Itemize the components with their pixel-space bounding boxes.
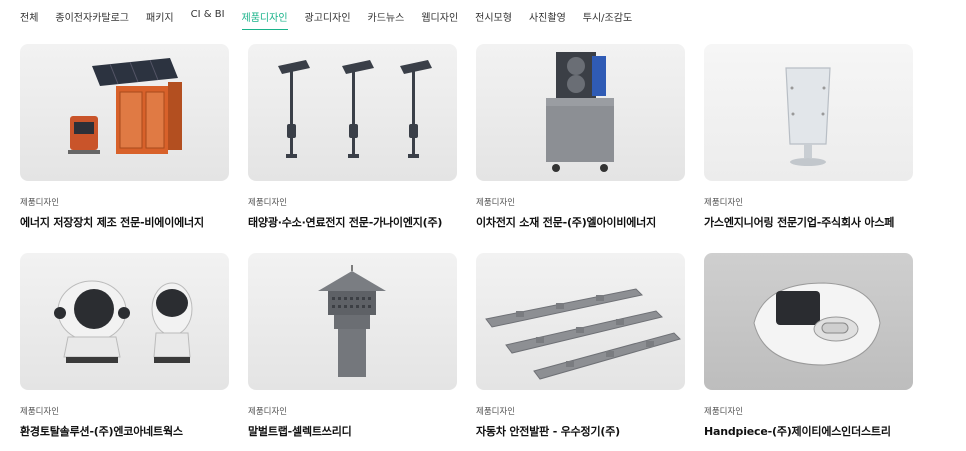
portfolio-thumbnail-energy-storage[interactable] (20, 44, 229, 181)
portfolio-card[interactable]: 제품디자인 가스엔지니어링 전문기업-주식회사 아스페 (704, 44, 913, 253)
category-tabs: 전체 종이전자카탈로그 패키지 CI & BI 제품디자인 광고디자인 카드뉴스… (20, 9, 649, 30)
tab-all[interactable]: 전체 (20, 9, 38, 30)
tab-web-design[interactable]: 웹디자인 (421, 9, 458, 30)
card-title[interactable]: 가스엔지니어링 전문기업-주식회사 아스페 (704, 214, 913, 230)
tab-package[interactable]: 패키지 (146, 9, 174, 30)
portfolio-card[interactable]: 제품디자인 환경토탈솔루션-(주)엔코아네트웍스 (20, 253, 229, 451)
card-category: 제품디자인 (248, 407, 288, 417)
card-category: 제품디자인 (476, 407, 516, 417)
card-title[interactable]: 말벌트랩-셀렉트쓰리디 (248, 423, 457, 439)
card-category: 제품디자인 (476, 198, 516, 208)
portfolio-card[interactable]: 제품디자인 이차전지 소재 전문-(주)엘아이비에너지 (476, 44, 685, 253)
card-title[interactable]: 이차전지 소재 전문-(주)엘아이비에너지 (476, 214, 685, 230)
portfolio-card[interactable]: 제품디자인 태양광·수소·연료전지 전문-가나이엔지(주) (248, 44, 457, 253)
portfolio-thumbnail-step-plates[interactable] (476, 253, 685, 390)
tab-exhibition-model[interactable]: 전시모형 (475, 9, 512, 30)
card-title[interactable]: 환경토탈솔루션-(주)엔코아네트웍스 (20, 423, 229, 439)
card-title[interactable]: 자동차 안전발판 - 우수정기(주) (476, 423, 685, 439)
portfolio-thumbnail-handpiece[interactable] (704, 253, 913, 390)
portfolio-card[interactable]: 제품디자인 에너지 저장장치 제조 전문-비에이에너지 (20, 44, 229, 253)
card-title[interactable]: 태양광·수소·연료전지 전문-가나이엔지(주) (248, 214, 457, 230)
tab-perspective[interactable]: 투시/조감도 (583, 9, 632, 30)
tab-product-design[interactable]: 제품디자인 (241, 9, 288, 30)
portfolio-thumbnail-solar-lights[interactable] (248, 44, 457, 181)
tab-ad-design[interactable]: 광고디자인 (305, 9, 351, 30)
card-category: 제품디자인 (704, 198, 744, 208)
tab-photography[interactable]: 사진촬영 (529, 9, 566, 30)
portfolio-thumbnail-roll-press[interactable] (476, 44, 685, 181)
portfolio-thumbnail-hornet-trap[interactable] (248, 253, 457, 390)
portfolio-card[interactable]: 제품디자인 말벌트랩-셀렉트쓰리디 (248, 253, 457, 451)
portfolio-card[interactable]: 제품디자인 자동차 안전발판 - 우수정기(주) (476, 253, 685, 451)
card-title[interactable]: Handpiece-(주)제이티에스인더스트리 (704, 423, 913, 439)
portfolio-thumbnail-glass-cylinder[interactable] (704, 44, 913, 181)
card-category: 제품디자인 (248, 198, 288, 208)
card-title[interactable]: 에너지 저장장치 제조 전문-비에이에너지 (20, 214, 229, 230)
card-category: 제품디자인 (20, 407, 60, 417)
card-category: 제품디자인 (704, 407, 744, 417)
portfolio-card[interactable]: 제품디자인 Handpiece-(주)제이티에스인더스트리 (704, 253, 913, 451)
portfolio-thumbnail-robots[interactable] (20, 253, 229, 390)
card-category: 제품디자인 (20, 198, 60, 208)
tab-ci-bi[interactable]: CI & BI (191, 9, 225, 30)
tab-card-news[interactable]: 카드뉴스 (368, 9, 405, 30)
tab-paper-catalog[interactable]: 종이전자카탈로그 (55, 9, 129, 30)
portfolio-grid: 제품디자인 에너지 저장장치 제조 전문-비에이에너지 제품디자인 태양광·수소… (20, 44, 913, 451)
